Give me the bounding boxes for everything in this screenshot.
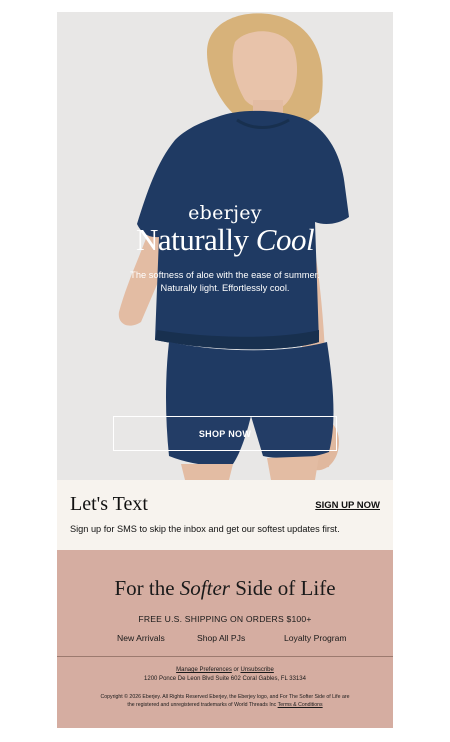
- tagline-italic: Softer: [179, 576, 230, 600]
- prefs-or: or: [231, 667, 241, 673]
- brand-logo: eberjey: [188, 202, 262, 224]
- terms-link[interactable]: Terms & Conditions: [278, 702, 323, 708]
- copyright-notice: Copyright © 2026 Eberjey. All Rights Res…: [97, 693, 353, 709]
- sms-title: Let's Text: [70, 493, 148, 515]
- sms-signup-section: Let's Text SIGN UP NOW Sign up for SMS t…: [57, 480, 393, 550]
- sign-up-now-link[interactable]: SIGN UP NOW: [315, 500, 380, 511]
- hero-subtext: The softness of aloe with the ease of su…: [97, 269, 353, 295]
- nav-shop-all-pjs[interactable]: Shop All PJs: [197, 633, 245, 643]
- hero-banner[interactable]: eberjey Naturally Cool The softness of a…: [57, 12, 393, 480]
- shop-now-button[interactable]: SHOP NOW: [113, 416, 337, 451]
- headline-text: Naturally: [135, 222, 256, 257]
- hero-subtext-line2: Naturally light. Effortlessly cool.: [160, 283, 290, 293]
- manage-preferences-link[interactable]: Manage Preferences: [176, 667, 232, 673]
- email-preferences: Manage Preferences or Unsubscribe: [57, 667, 393, 673]
- unsubscribe-link[interactable]: Unsubscribe: [241, 667, 274, 673]
- hero-subtext-line1: The softness of aloe with the ease of su…: [130, 270, 320, 280]
- nav-new-arrivals[interactable]: New Arrivals: [117, 633, 165, 643]
- footer-divider: [57, 656, 393, 657]
- footer-tagline: For the Softer Side of Life: [57, 576, 393, 601]
- shipping-banner: FREE U.S. SHIPPING ON ORDERS $100+: [138, 614, 312, 624]
- hero-headline: Naturally Cool: [57, 222, 393, 258]
- nav-loyalty-program[interactable]: Loyalty Program: [284, 633, 347, 643]
- footer: For the Softer Side of Life FREE U.S. SH…: [57, 550, 393, 728]
- tagline-start: For the: [114, 576, 180, 600]
- sms-description: Sign up for SMS to skip the inbox and ge…: [70, 524, 340, 534]
- company-address: 1200 Ponce De Leon Blvd Suite 602 Coral …: [144, 676, 306, 682]
- email-body: eberjey Naturally Cool The softness of a…: [57, 12, 393, 728]
- tagline-end: Side of Life: [229, 576, 336, 600]
- footer-nav: New Arrivals Shop All PJs Loyalty Progra…: [57, 633, 393, 645]
- headline-italic: Cool: [255, 222, 315, 257]
